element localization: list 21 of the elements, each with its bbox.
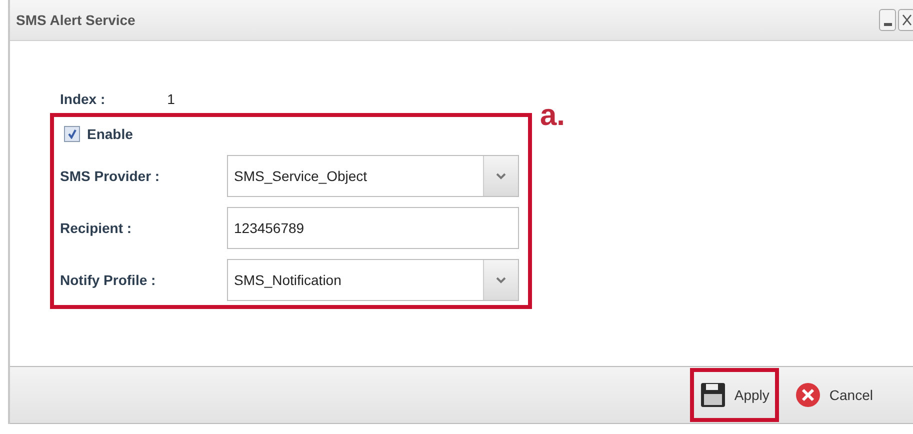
- checkmark-icon: [67, 129, 77, 139]
- field-label: Recipient :: [60, 220, 133, 236]
- apply-button[interactable]: Apply: [690, 368, 780, 422]
- field-label: Index :: [60, 91, 106, 107]
- select-field[interactable]: SMS_Notification: [227, 259, 519, 301]
- cancel-button[interactable]: Cancel: [785, 368, 883, 422]
- save-icon: [700, 382, 726, 408]
- annotation-label: a.: [540, 99, 566, 133]
- enable-checkbox[interactable]: [64, 126, 80, 142]
- checkbox-label: Enable: [87, 126, 133, 142]
- index-value: 1: [167, 91, 175, 107]
- field-label: Notify Profile :: [60, 272, 157, 288]
- minimize-icon: [884, 22, 892, 26]
- input-field[interactable]: 123456789: [227, 207, 519, 249]
- cancel-icon: [795, 382, 822, 408]
- window-title: SMS Alert Service: [16, 12, 136, 28]
- close-icon: [902, 14, 912, 26]
- select-field[interactable]: SMS_Service_Object: [227, 155, 519, 197]
- field-label: SMS Provider :: [60, 168, 161, 184]
- close-button[interactable]: [898, 9, 913, 31]
- minimize-button[interactable]: [879, 9, 896, 31]
